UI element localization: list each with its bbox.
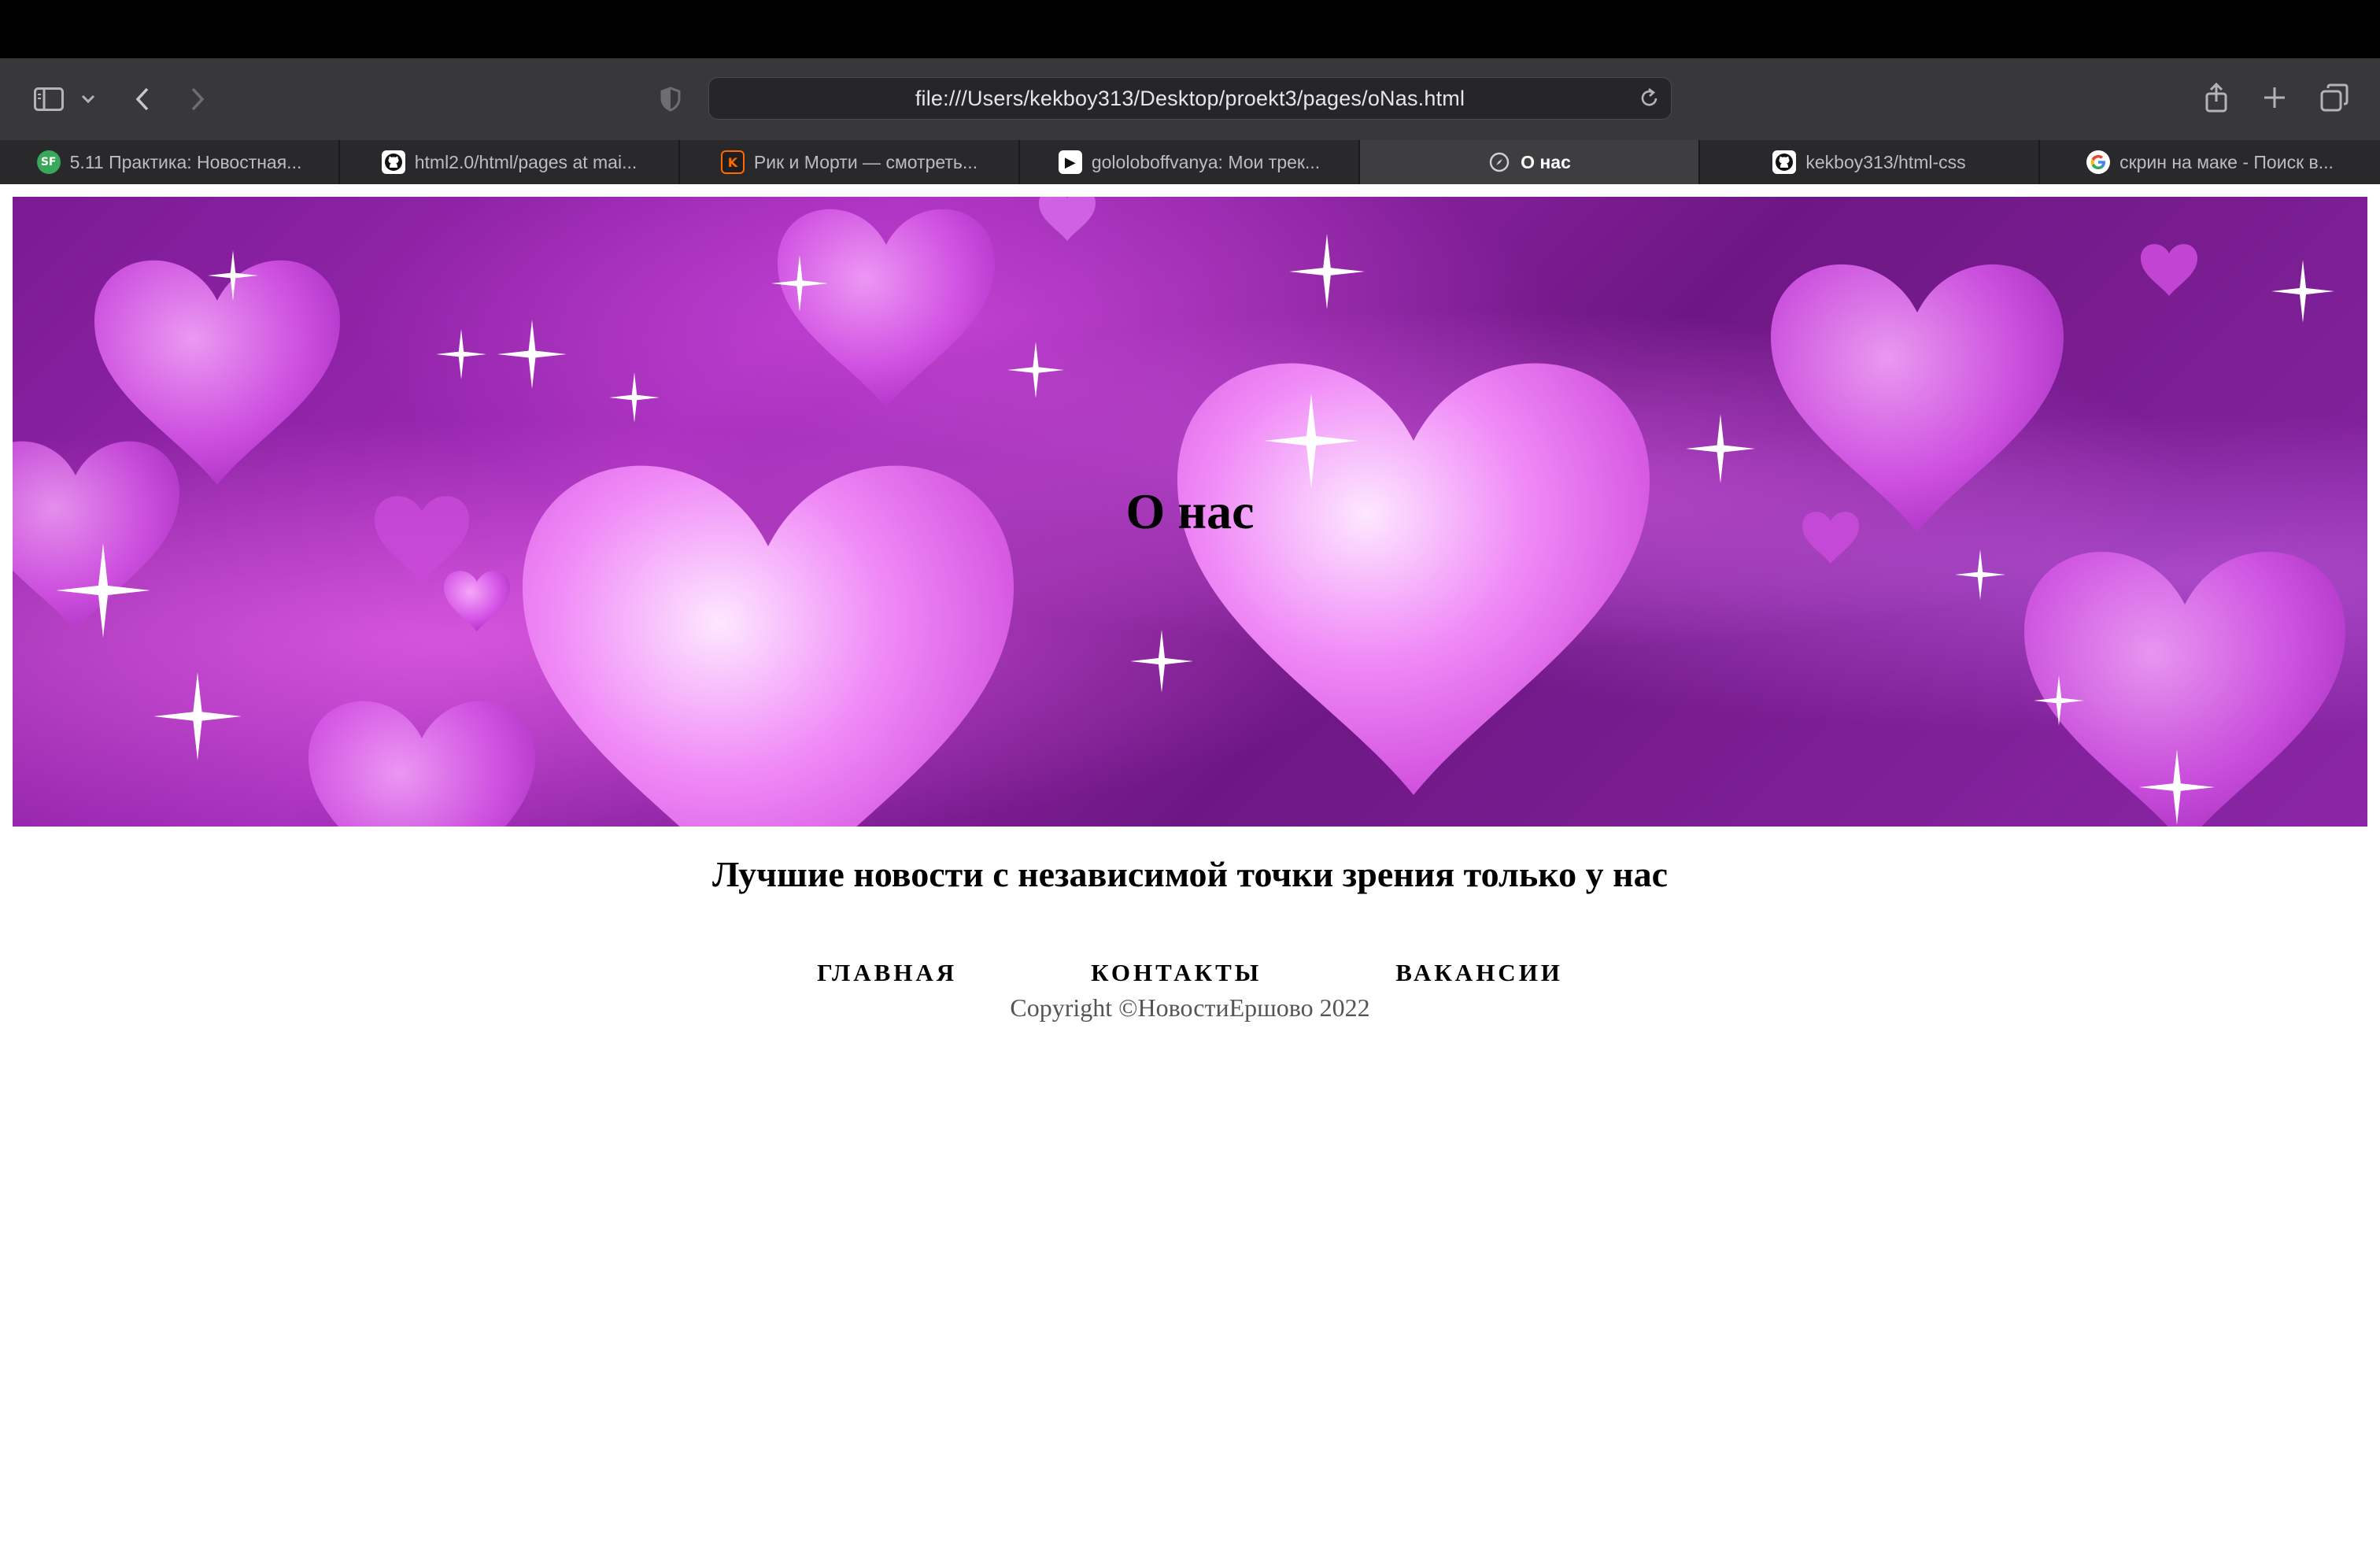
url-text: file:///Users/kekboy313/Desktop/proekt3/…	[915, 86, 1465, 110]
copyright-text: Copyright ©НовостиЕршово 2022	[1010, 993, 1370, 1022]
tab-bar: SF 5.11 Практика: Новостная... html2.0/h…	[0, 140, 2380, 184]
github-icon	[1772, 150, 1797, 174]
tab-label: О нас	[1521, 151, 1571, 172]
tab-google-search[interactable]: скрин на маке - Поиск в...	[2040, 140, 2380, 184]
tab-rick-and-morty[interactable]: K Рик и Морти — смотреть...	[680, 140, 1020, 184]
github-icon	[381, 150, 405, 174]
google-icon	[2086, 150, 2111, 174]
forward-icon[interactable]	[186, 83, 209, 115]
chevron-down-icon[interactable]	[79, 90, 98, 109]
tab-label: 5.11 Практика: Новостная...	[69, 151, 302, 172]
tab-label: gololoboffvanya: Мои трек...	[1091, 151, 1321, 172]
tab-gololoboffvanya[interactable]: ▶ gololoboffvanya: Мои трек...	[1020, 140, 1360, 184]
tab-label: Рик и Морти — смотреть...	[753, 151, 978, 172]
page-subtitle: Лучшие новости с независимой точки зрени…	[711, 854, 1668, 894]
tab-label: kekboy313/html-css	[1805, 151, 1966, 172]
tab-overview-icon[interactable]	[2319, 82, 2350, 113]
kinopoisk-icon: K	[720, 150, 745, 174]
address-bar[interactable]: file:///Users/kekboy313/Desktop/proekt3/…	[708, 77, 1672, 120]
tab-o-nas[interactable]: О нас	[1360, 140, 1700, 184]
play-icon: ▶	[1058, 150, 1082, 174]
skillfactory-icon: SF	[36, 150, 61, 174]
hero-banner: О нас	[13, 197, 2367, 827]
tab-github-html-css[interactable]: kekboy313/html-css	[1700, 140, 2040, 184]
tab-skillfactory[interactable]: SF 5.11 Практика: Новостная...	[0, 140, 340, 184]
tab-label: html2.0/html/pages at mai...	[414, 151, 638, 172]
system-menubar	[0, 0, 2380, 58]
web-page: О нас Лучшие новости с независимой точки…	[0, 184, 2380, 1546]
nav-link-home[interactable]: ГЛАВНАЯ	[817, 959, 957, 987]
reload-icon[interactable]	[1639, 87, 1660, 113]
compass-icon	[1488, 150, 1511, 174]
page-title: О нас	[1125, 483, 1255, 539]
back-icon[interactable]	[131, 83, 154, 115]
site-nav: ГЛАВНАЯ КОНТАКТЫ ВАКАНСИИ	[0, 959, 2380, 987]
privacy-shield-icon[interactable]	[658, 83, 683, 115]
sidebar-icon[interactable]	[31, 82, 66, 117]
nav-link-vacancies[interactable]: ВАКАНСИИ	[1395, 959, 1563, 987]
new-tab-icon[interactable]	[2260, 83, 2289, 112]
tab-label: скрин на маке - Поиск в...	[2119, 151, 2334, 172]
nav-link-contacts[interactable]: КОНТАКТЫ	[1091, 959, 1262, 987]
tab-github-html2[interactable]: html2.0/html/pages at mai...	[340, 140, 680, 184]
share-icon[interactable]	[2201, 80, 2232, 115]
